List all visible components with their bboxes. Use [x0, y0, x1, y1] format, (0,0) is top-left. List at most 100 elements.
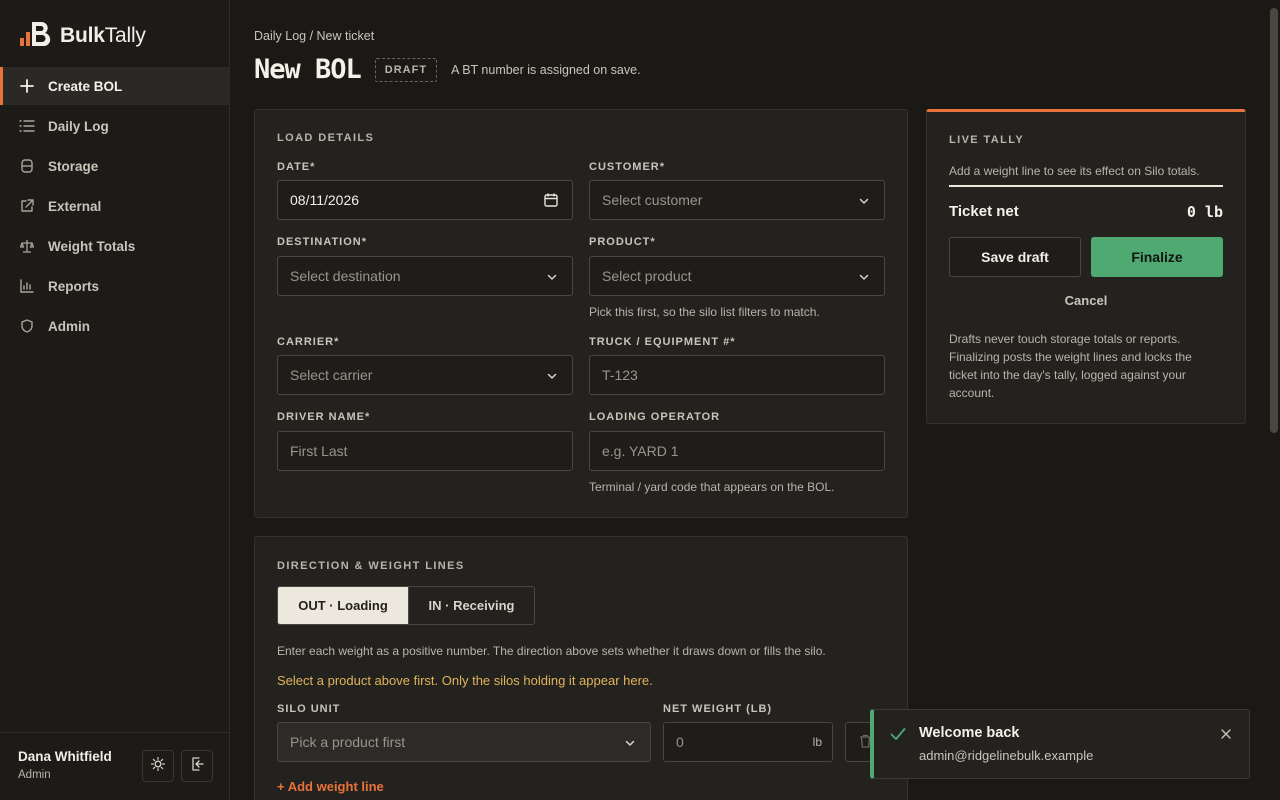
product-select[interactable]: Select product	[589, 256, 885, 296]
unit-label: lb	[812, 735, 822, 749]
close-icon[interactable]	[1221, 726, 1231, 744]
net-weight-input[interactable]: 0 lb	[663, 722, 833, 762]
net-weight-placeholder: 0	[676, 734, 684, 750]
sidebar-item-label: Storage	[48, 158, 99, 174]
scale-icon	[19, 238, 35, 254]
carrier-select[interactable]: Select carrier	[277, 355, 573, 395]
live-tally-panel: LIVE TALLY Add a weight line to see its …	[926, 109, 1246, 424]
select-product-warning: Select a product above first. Only the s…	[277, 673, 653, 688]
date-value: 08/11/2026	[290, 192, 360, 208]
carrier-label: CARRIER*	[277, 336, 340, 348]
tally-title: LIVE TALLY	[949, 134, 1025, 146]
sidebar-item-admin[interactable]: Admin	[0, 307, 229, 345]
bulktally-logo-icon	[20, 20, 52, 51]
operator-label: LOADING OPERATOR	[589, 411, 721, 423]
sidebar-item-reports[interactable]: Reports	[0, 267, 229, 305]
operator-hint: Terminal / yard code that appears on the…	[589, 480, 835, 494]
net-weight-label: NET WEIGHT (LB)	[663, 703, 773, 715]
theme-toggle-button[interactable]	[142, 750, 174, 782]
destination-select[interactable]: Select destination	[277, 256, 573, 296]
product-placeholder: Select product	[602, 268, 692, 284]
calendar-icon[interactable]	[544, 193, 558, 210]
load-details-card: LOAD DETAILS DATE* 08/11/2026 CUSTOMER* …	[254, 109, 908, 518]
loading-operator-input[interactable]: e.g. YARD 1	[589, 431, 885, 471]
product-hint: Pick this first, so the silo list filter…	[589, 305, 820, 319]
list-icon	[19, 118, 35, 134]
section-title: DIRECTION & WEIGHT LINES	[277, 560, 465, 572]
sidebar-item-label: Create BOL	[48, 78, 123, 94]
silo-unit-select[interactable]: Pick a product first	[277, 722, 651, 762]
driver-name-input[interactable]: First Last	[277, 431, 573, 471]
weight-instructions: Enter each weight as a positive number. …	[277, 644, 826, 658]
sun-icon	[150, 756, 166, 776]
carrier-placeholder: Select carrier	[290, 367, 373, 383]
brand-logo[interactable]: BulkTally	[20, 20, 146, 51]
status-badge: DRAFT	[374, 57, 438, 82]
title-row: New BOL DRAFT A BT number is assigned on…	[254, 54, 641, 85]
logout-icon	[190, 756, 204, 776]
chevron-down-icon	[858, 194, 870, 210]
truck-input[interactable]: T-123	[589, 355, 885, 395]
sidebar-item-external[interactable]: External	[0, 187, 229, 225]
bar-chart-icon	[19, 278, 35, 294]
sidebar-item-label: Reports	[48, 278, 100, 294]
date-label: DATE*	[277, 161, 316, 173]
user-panel: Dana Whitfield Admin	[0, 732, 229, 800]
sidebar-item-weight-totals[interactable]: Weight Totals	[0, 227, 229, 265]
save-draft-button[interactable]: Save draft	[949, 237, 1081, 277]
driver-label: DRIVER NAME*	[277, 411, 371, 423]
cancel-button[interactable]: Cancel	[927, 293, 1245, 308]
sidebar-item-create-bol[interactable]: Create BOL	[0, 67, 229, 105]
direction-toggle: OUT · Loading IN · Receiving	[277, 586, 535, 625]
silo-placeholder: Pick a product first	[290, 734, 406, 750]
tally-subtitle: Add a weight line to see its effect on S…	[949, 164, 1200, 178]
toast-title: Welcome back	[919, 725, 1020, 741]
customer-placeholder: Select customer	[602, 192, 703, 208]
brand-name: BulkTally	[60, 23, 146, 47]
sidebar-nav: Create BOL Daily Log Storage External We…	[0, 67, 229, 347]
operator-placeholder: e.g. YARD 1	[602, 443, 679, 459]
sidebar-item-daily-log[interactable]: Daily Log	[0, 107, 229, 145]
customer-label: CUSTOMER*	[589, 161, 666, 173]
chevron-down-icon	[546, 369, 558, 385]
shield-icon	[19, 318, 35, 334]
tally-footnote: Drafts never touch storage totals or rep…	[949, 332, 1192, 400]
product-label: PRODUCT*	[589, 236, 656, 248]
chevron-down-icon	[858, 270, 870, 286]
sidebar-item-label: External	[48, 198, 102, 214]
page-title: New BOL	[254, 54, 362, 85]
truck-label: TRUCK / EQUIPMENT #*	[589, 336, 736, 348]
scrollbar-thumb[interactable]	[1270, 8, 1278, 433]
chevron-down-icon	[546, 270, 558, 286]
direction-in-button[interactable]: IN · Receiving	[408, 587, 534, 624]
silo-label: SILO UNIT	[277, 703, 341, 715]
scrollbar[interactable]	[1268, 0, 1280, 800]
sidebar: BulkTally Create BOL Daily Log Storage E…	[0, 0, 230, 800]
title-note: A BT number is assigned on save.	[451, 62, 641, 77]
breadcrumb[interactable]: Daily Log / New ticket	[254, 29, 374, 43]
database-icon	[19, 158, 35, 174]
date-field[interactable]: 08/11/2026	[277, 180, 573, 220]
destination-label: DESTINATION*	[277, 236, 368, 248]
weight-lines-card: DIRECTION & WEIGHT LINES OUT · Loading I…	[254, 536, 908, 800]
toast-message: admin@ridgelinebulk.example	[919, 748, 1094, 763]
sidebar-item-storage[interactable]: Storage	[0, 147, 229, 185]
customer-select[interactable]: Select customer	[589, 180, 885, 220]
destination-placeholder: Select destination	[290, 268, 401, 284]
add-weight-line-button[interactable]: + Add weight line	[277, 779, 384, 794]
chevron-down-icon	[624, 736, 636, 752]
logout-button[interactable]	[181, 750, 213, 782]
external-link-icon	[19, 198, 35, 214]
plus-icon	[19, 78, 35, 94]
toast-notification: Welcome back admin@ridgelinebulk.example	[870, 709, 1250, 779]
sidebar-item-label: Admin	[48, 318, 90, 334]
check-icon	[890, 727, 906, 746]
direction-out-button[interactable]: OUT · Loading	[278, 587, 408, 624]
sidebar-item-label: Weight Totals	[48, 238, 136, 254]
driver-placeholder: First Last	[290, 443, 348, 459]
truck-placeholder: T-123	[602, 367, 638, 383]
sidebar-item-label: Daily Log	[48, 118, 109, 134]
tally-divider	[949, 185, 1223, 187]
finalize-button[interactable]: Finalize	[1091, 237, 1223, 277]
section-title: LOAD DETAILS	[277, 132, 375, 144]
